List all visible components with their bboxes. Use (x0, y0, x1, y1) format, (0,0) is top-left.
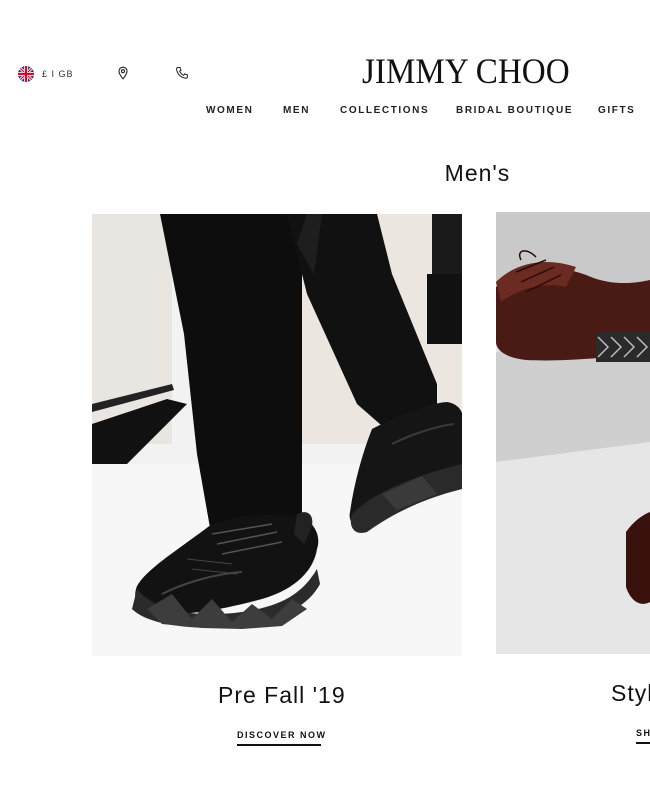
uk-flag-icon (18, 66, 34, 82)
pre-fall-image[interactable] (92, 214, 462, 656)
nav-item-gifts[interactable]: GIFTS (598, 105, 635, 116)
sneaker-photo (92, 214, 462, 656)
brand-logo[interactable]: JIMMY CHOO (362, 50, 570, 92)
nav-item-women[interactable]: WOMEN (206, 105, 253, 116)
shop-now-underline (636, 742, 650, 744)
card-title-style: Styl (611, 680, 650, 706)
locale-selector[interactable]: £ I GB (18, 66, 74, 82)
section-title: Men's (444, 160, 511, 186)
nav-item-men[interactable]: MEN (283, 105, 310, 116)
location-pin-icon[interactable] (116, 66, 130, 80)
main-nav: WOMEN MEN COLLECTIONS BRIDAL BOUTIQUE GI… (0, 105, 650, 121)
card-title-pre-fall: Pre Fall '19 (218, 682, 346, 708)
shop-now-link[interactable]: SH (636, 728, 650, 738)
locale-label: £ I GB (42, 69, 74, 79)
discover-now-link[interactable]: DISCOVER NOW (237, 730, 327, 740)
phone-icon[interactable] (175, 66, 189, 80)
style-image[interactable] (496, 212, 650, 654)
discover-now-underline (237, 744, 321, 746)
nav-item-bridal-boutique[interactable]: BRIDAL BOUTIQUE (456, 105, 573, 116)
nav-item-collections[interactable]: COLLECTIONS (340, 105, 429, 116)
dress-shoe-photo (496, 212, 650, 654)
page: £ I GB JIMMY CHOO WOMEN MEN COLLECTIONS … (0, 0, 650, 800)
